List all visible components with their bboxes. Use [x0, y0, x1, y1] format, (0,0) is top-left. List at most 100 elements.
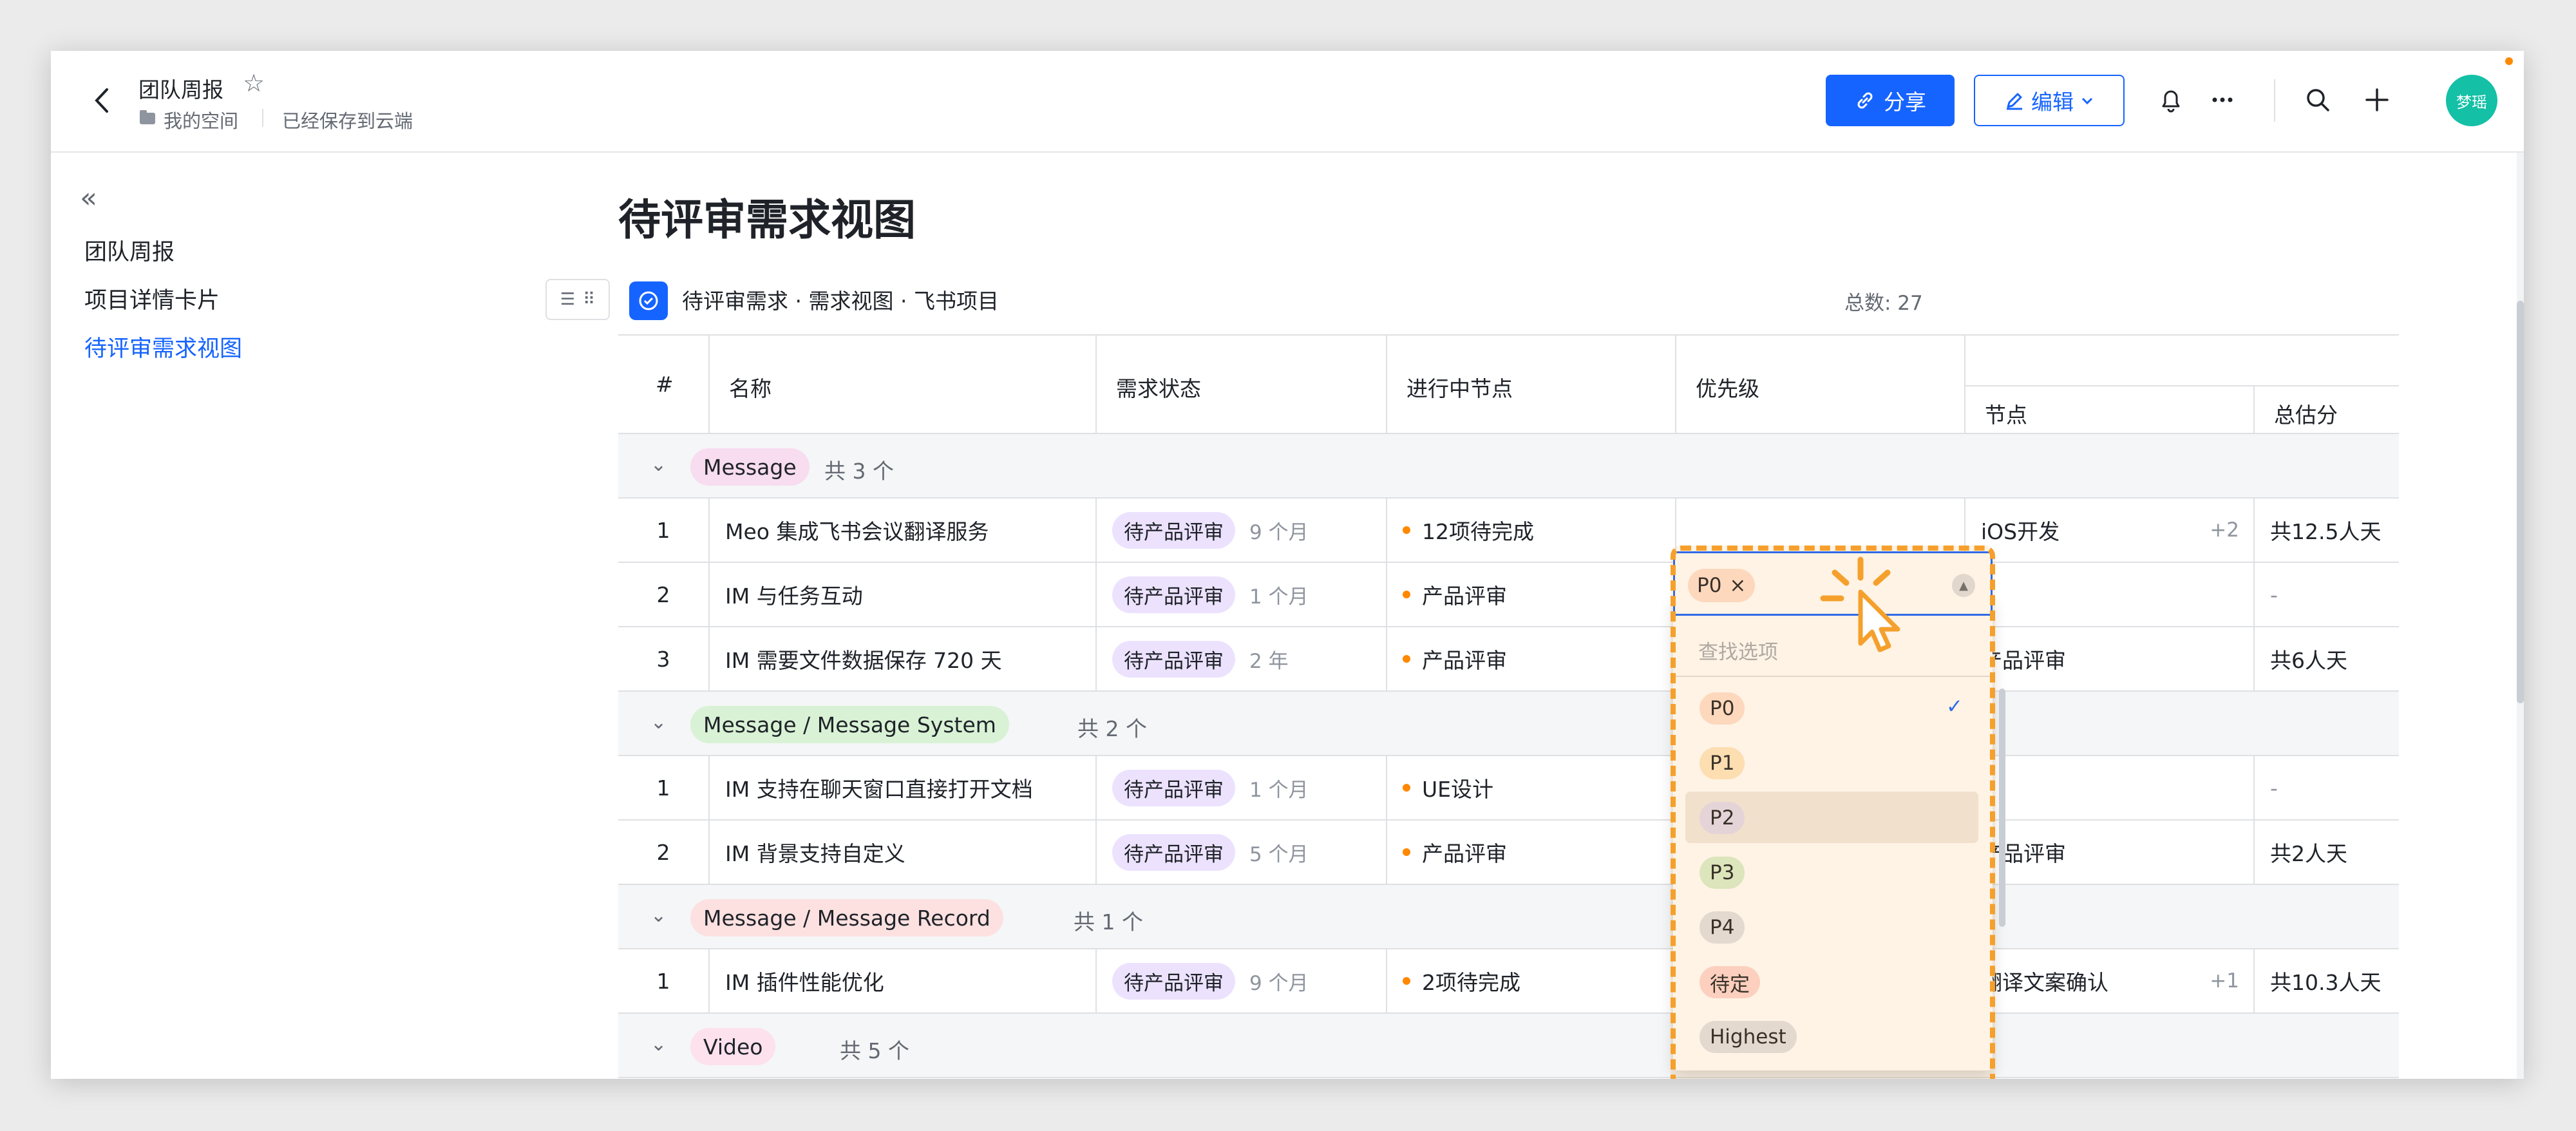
page-scrollbar[interactable]	[2517, 301, 2524, 703]
collapse-sidebar-icon[interactable]: «	[80, 182, 97, 214]
search-icon[interactable]	[2298, 81, 2337, 119]
row-status: 待产品评审 1 个月	[1095, 756, 1386, 819]
chevron-down-icon[interactable]: ⌄	[650, 453, 667, 476]
row-status: 待产品评审 5 个月	[1095, 821, 1386, 884]
link-icon	[1857, 92, 1873, 109]
row-status: 待产品评审 9 个月	[1095, 949, 1386, 1012]
col-status[interactable]: 需求状态	[1095, 336, 1386, 435]
table-row[interactable]: 2 IM 与任务互动 待产品评审 1 个月 产品评审 - -	[618, 563, 2399, 627]
row-number: 2	[656, 582, 670, 607]
row-name[interactable]: IM 插件性能优化	[708, 949, 1095, 1012]
save-status: 已经保存到云端	[282, 110, 413, 132]
app-window: 团队周报 ☆ 我的空间 已经保存到云端 分享 编辑 梦瑶 « 团队周报 项目详情…	[51, 51, 2524, 1079]
row-number: 1	[656, 775, 670, 801]
list-icon: ☰	[560, 290, 576, 309]
row-node: 产品评审	[1964, 821, 2253, 884]
table-row[interactable]: 3 IM 需要文件数据保存 720 天 待产品评审 2 年 产品评审 产品评审 共…	[618, 627, 2399, 692]
row-node: -	[1964, 756, 2253, 819]
col-num: #	[656, 372, 674, 397]
group-row[interactable]: ⌄ Message / Message System 共 2 个	[618, 692, 2399, 756]
progress-text: UE设计	[1422, 777, 1494, 802]
sidebar-item-pending-review[interactable]: 待评审需求视图	[84, 330, 242, 363]
dropdown-scrollbar[interactable]	[1999, 689, 2005, 927]
option-p3[interactable]: P3	[1685, 846, 1978, 898]
progress-text: 2项待完成	[1422, 970, 1520, 995]
option-pending[interactable]: 待定	[1685, 956, 1978, 1007]
row-progress: 12项待完成	[1386, 499, 1675, 562]
edit-button[interactable]: 编辑	[1974, 75, 2125, 126]
selected-value: P0	[1697, 574, 1722, 597]
breadcrumb[interactable]: 我的空间	[164, 106, 238, 133]
star-icon[interactable]: ☆	[243, 69, 265, 97]
option-search-input[interactable]: 查找选项	[1698, 636, 1778, 665]
option-p4[interactable]: P4	[1685, 901, 1978, 953]
doc-title: 团队周报	[138, 77, 223, 102]
sidebar-item-team-weekly[interactable]: 团队周报	[84, 234, 175, 267]
row-number: 3	[656, 646, 670, 672]
chevron-down-icon[interactable]: ⌄	[650, 904, 667, 927]
row-number: 1	[656, 517, 670, 543]
selected-chip: P0 ×	[1688, 569, 1756, 602]
avatar[interactable]: 梦瑶	[2446, 75, 2497, 126]
row-name[interactable]: Meo 集成飞书会议翻译服务	[708, 499, 1095, 562]
group-row[interactable]: ⌄ Message / Message Record 共 1 个	[618, 885, 2399, 949]
option-p1[interactable]: P1	[1685, 737, 1978, 788]
total-count: 总数: 27	[1844, 292, 1923, 315]
group-row[interactable]: ⌄ Message 共 3 个	[618, 434, 2399, 499]
back-button[interactable]	[86, 84, 118, 117]
chevron-up-icon[interactable]: ▲	[1952, 574, 1975, 597]
group-row[interactable]: ⌄ Video 共 5 个	[618, 1014, 2399, 1078]
row-node: iOS开发 +2	[1964, 499, 2253, 562]
row-estimate: 共10.3人天	[2253, 949, 2399, 1012]
view-title[interactable]: 待评审需求 · 需求视图 · 飞书项目	[682, 284, 999, 315]
row-name[interactable]: IM 支持在聊天窗口直接打开文档	[708, 756, 1095, 819]
row-estimate: -	[2253, 563, 2399, 626]
table-row[interactable]: 1 IM 支持在聊天窗口直接打开文档 待产品评审 1 个月 UE设计 - -	[618, 756, 2399, 821]
col-node[interactable]: 节点	[1964, 385, 2253, 435]
group-tag: Message	[690, 448, 810, 486]
pencil-icon	[2007, 93, 2022, 110]
sidebar-item-project-card[interactable]: 项目详情卡片	[84, 282, 220, 315]
status-time: 1 个月	[1249, 585, 1309, 609]
row-node: 产品评审	[1964, 627, 2253, 690]
col-estimate[interactable]: 总估分	[2253, 385, 2399, 435]
option-p2[interactable]: P2	[1685, 792, 1978, 843]
row-node: -	[1964, 563, 2253, 626]
top-bar: 团队周报 ☆ 我的空间 已经保存到云端 分享 编辑 梦瑶	[51, 51, 2524, 153]
status-tag: 待产品评审	[1112, 511, 1235, 549]
priority-select[interactable]: P0 × ▲	[1673, 551, 1993, 616]
col-priority[interactable]: 优先级	[1675, 336, 1964, 435]
row-name[interactable]: IM 与任务互动	[708, 563, 1095, 626]
group-count: 共 5 个	[840, 1038, 909, 1063]
row-number: 1	[656, 968, 670, 994]
close-icon[interactable]: ×	[1729, 574, 1746, 597]
option-highest[interactable]: Highest	[1685, 1011, 1978, 1062]
option-chip: P2	[1700, 802, 1745, 834]
group-tag: Message / Message System	[690, 706, 1009, 743]
share-button[interactable]: 分享	[1826, 75, 1955, 126]
status-tag: 待产品评审	[1112, 769, 1235, 806]
table-row[interactable]: 2 IM 背景支持自定义 待产品评审 5 个月 产品评审 产品评审 共2人天	[618, 821, 2399, 885]
row-name[interactable]: IM 背景支持自定义	[708, 821, 1095, 884]
chevron-down-icon[interactable]: ⌄	[650, 1033, 667, 1056]
table-row[interactable]: 1 Meo 集成飞书会议翻译服务 待产品评审 9 个月 12项待完成 iOS开发 +…	[618, 499, 2399, 563]
col-progress[interactable]: 进行中节点	[1386, 336, 1675, 435]
bell-icon[interactable]	[2152, 81, 2190, 119]
option-p0[interactable]: P0 ✓	[1685, 682, 1978, 734]
node-extra[interactable]: +1	[2210, 969, 2239, 993]
node-extra[interactable]: +2	[2210, 518, 2239, 542]
plus-icon[interactable]	[2358, 81, 2396, 119]
group-tag: Video	[690, 1028, 776, 1065]
chevron-down-icon[interactable]: ⌄	[650, 711, 667, 734]
notification-dot	[2505, 57, 2513, 65]
row-estimate: 共6人天	[2253, 627, 2399, 690]
block-handle[interactable]: ☰ ⠿	[545, 279, 610, 320]
option-chip: P1	[1700, 747, 1745, 779]
row-estimate: 共12.5人天	[2253, 499, 2399, 562]
edit-label: 编辑	[2031, 90, 2074, 115]
more-icon[interactable]	[2203, 81, 2242, 119]
row-name[interactable]: IM 需要文件数据保存 720 天	[708, 627, 1095, 690]
table-row[interactable]: 1 IM 插件性能优化 待产品评审 9 个月 2项待完成 翻译文案确认 +1 共10…	[618, 949, 2399, 1014]
chevron-down-icon	[2081, 97, 2093, 105]
col-name[interactable]: 名称	[708, 336, 1095, 435]
